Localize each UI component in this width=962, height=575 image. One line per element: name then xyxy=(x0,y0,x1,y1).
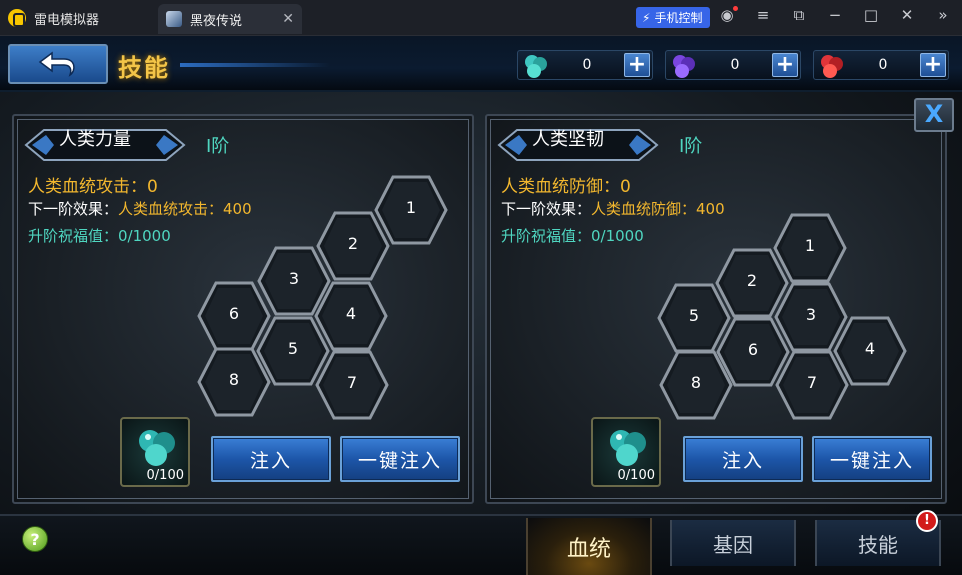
close-panel-button[interactable]: X xyxy=(914,98,954,132)
hex-node-number: 7 xyxy=(806,373,818,392)
tier-label: I阶 xyxy=(679,136,703,157)
game-screen: 技能 0 + 0 + 0 + 人类力量 I阶 人类血统攻击：0 下一阶效果：人类… xyxy=(0,36,962,575)
tab-close-icon[interactable]: ✕ xyxy=(282,11,294,27)
currency-purple: 0 + xyxy=(665,50,801,80)
add-red-button[interactable]: + xyxy=(920,53,946,77)
hex-node[interactable]: 6 xyxy=(197,280,271,352)
back-button[interactable] xyxy=(8,44,108,84)
badge-label: 人类力量 xyxy=(59,129,131,150)
hex-node-number: 7 xyxy=(346,373,358,392)
inject-all-button[interactable]: 一键注入 xyxy=(340,436,460,482)
hex-node[interactable]: 8 xyxy=(659,349,733,421)
current-stat: 人类血统防御：0 xyxy=(501,177,631,197)
teal-orbs-icon xyxy=(610,430,646,466)
inject-button[interactable]: 注入 xyxy=(211,436,331,482)
item-count: 0/100 xyxy=(617,468,655,483)
purple-gem-icon xyxy=(673,55,695,78)
bottom-tab-bar: ? 血统 基因 技能 ! xyxy=(0,510,962,575)
emulator-window: 雷电模拟器 黑夜传说 ✕ ⚡ 手机控制 ◉ ≡ ⧉ − □ ✕ » 技能 0 +… xyxy=(0,0,962,575)
maximize-icon[interactable]: □ xyxy=(860,6,882,24)
bloodline-item-slot[interactable]: 0/100 xyxy=(591,417,661,487)
badge-label: 人类坚韧 xyxy=(532,129,604,150)
popout-icon[interactable]: ⧉ xyxy=(788,6,810,24)
phone-control-label: 手机控制 xyxy=(654,11,703,25)
blessing-value: 升阶祝福值：0/1000 xyxy=(501,227,644,245)
blessing-value: 升阶祝福值：0/1000 xyxy=(28,227,171,245)
tab-bloodline[interactable]: 血统 xyxy=(526,518,652,575)
next-effect: 下一阶效果：人类血统攻击：400 xyxy=(28,198,252,219)
bloodline-panel-toughness: 人类坚韧 I阶 人类血统防御：0 下一阶效果：人类血统防御：400 升阶祝福值：… xyxy=(485,114,947,504)
bloodline-item-slot[interactable]: 0/100 xyxy=(120,417,190,487)
page-title: 技能 xyxy=(118,54,170,82)
next-effect: 下一阶效果：人类血统防御：400 xyxy=(501,198,725,219)
hex-node[interactable]: 7 xyxy=(775,349,849,421)
next-effect-prefix: 下一阶效果： xyxy=(501,200,592,218)
close-icon[interactable]: ✕ xyxy=(896,6,918,24)
game-tab-label: 黑夜传说 xyxy=(190,13,243,29)
hex-node[interactable]: 7 xyxy=(315,349,389,421)
back-arrow-icon xyxy=(38,51,75,77)
app-tab[interactable]: 雷电模拟器 xyxy=(8,5,99,31)
hex-node-number: 8 xyxy=(690,373,702,392)
add-teal-button[interactable]: + xyxy=(624,53,650,77)
phone-control-button[interactable]: ⚡ 手机控制 xyxy=(636,7,711,28)
next-effect-value: 人类血统防御：400 xyxy=(591,200,725,218)
collapse-sidebar-icon[interactable]: » xyxy=(932,6,954,24)
minimize-icon[interactable]: − xyxy=(824,6,846,24)
top-bar: 技能 0 + 0 + 0 + xyxy=(0,36,962,92)
window-controls: ◉ ≡ ⧉ − □ ✕ » xyxy=(716,6,954,24)
next-effect-prefix: 下一阶效果： xyxy=(28,200,119,218)
tier-label: I阶 xyxy=(206,136,230,157)
menu-icon[interactable]: ≡ xyxy=(752,6,774,24)
inject-button[interactable]: 注入 xyxy=(683,436,803,482)
red-gem-icon xyxy=(821,55,843,78)
currency-teal: 0 + xyxy=(517,50,653,80)
game-icon xyxy=(166,11,182,27)
currency-red: 0 + xyxy=(813,50,949,80)
add-purple-button[interactable]: + xyxy=(772,53,798,77)
hex-node-number: 6 xyxy=(228,304,240,323)
hex-node[interactable]: 8 xyxy=(197,346,271,418)
currency-purple-value: 0 xyxy=(730,57,740,73)
next-effect-value: 人类血统攻击：400 xyxy=(118,200,252,218)
lightning-icon: ⚡ xyxy=(642,10,651,25)
account-icon[interactable]: ◉ xyxy=(716,6,738,24)
emulator-titlebar: 雷电模拟器 黑夜传说 ✕ ⚡ 手机控制 ◉ ≡ ⧉ − □ ✕ » xyxy=(0,0,962,36)
currency-red-value: 0 xyxy=(878,57,888,73)
app-name: 雷电模拟器 xyxy=(34,12,100,28)
help-icon[interactable]: ? xyxy=(22,526,48,552)
title-glow xyxy=(180,63,330,67)
inject-all-button[interactable]: 一键注入 xyxy=(812,436,932,482)
tab-gene[interactable]: 基因 xyxy=(670,520,796,566)
game-tab[interactable]: 黑夜传说 ✕ xyxy=(158,4,302,34)
hex-node-number: 8 xyxy=(228,370,240,389)
emulator-logo-icon xyxy=(8,9,26,27)
teal-orbs-icon xyxy=(139,430,175,466)
alert-icon: ! xyxy=(916,510,938,532)
teal-gem-icon xyxy=(525,55,547,78)
currency-teal-value: 0 xyxy=(582,57,592,73)
bloodline-panel-strength: 人类力量 I阶 人类血统攻击：0 下一阶效果：人类血统攻击：400 升阶祝福值：… xyxy=(12,114,474,504)
current-stat: 人类血统攻击：0 xyxy=(28,177,158,197)
item-count: 0/100 xyxy=(146,468,184,483)
